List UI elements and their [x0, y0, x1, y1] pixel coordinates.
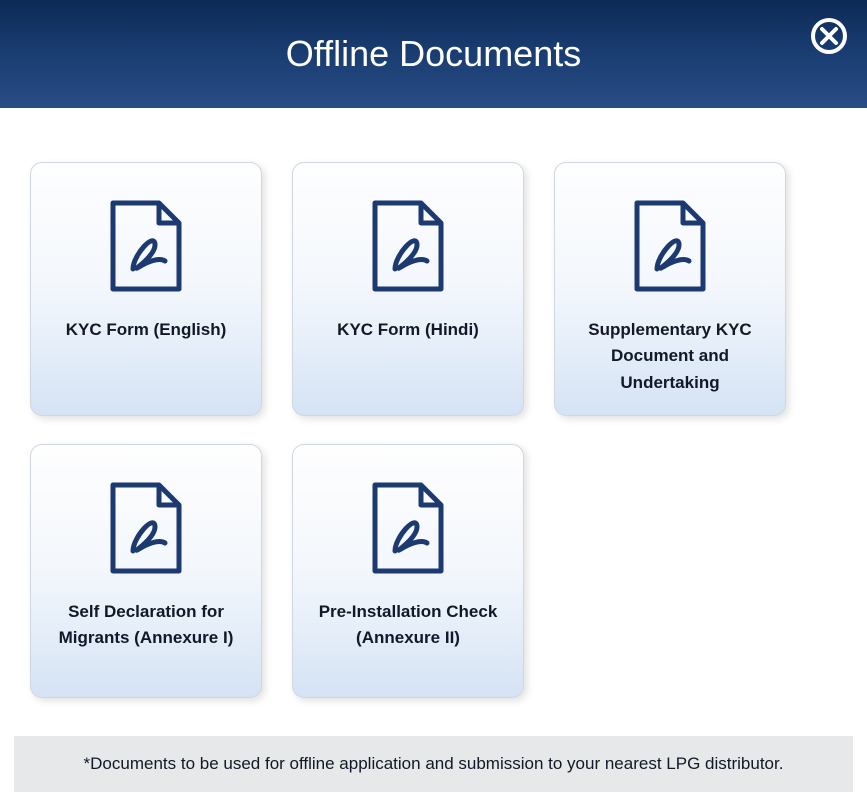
pdf-icon — [109, 481, 183, 575]
document-label: Pre-Installation Check (Annexure II) — [309, 599, 507, 652]
close-icon — [809, 16, 849, 56]
page-title: Offline Documents — [286, 33, 581, 75]
document-card-self-declaration[interactable]: Self Declaration for Migrants (Annexure … — [30, 444, 262, 698]
modal-body: KYC Form (English) KYC Form (Hindi) Supp… — [0, 108, 867, 722]
document-card-supplementary-kyc[interactable]: Supplementary KYC Document and Undertaki… — [554, 162, 786, 416]
modal-header: Offline Documents — [0, 0, 867, 108]
pdf-icon — [109, 199, 183, 293]
close-button[interactable] — [809, 16, 849, 56]
document-grid: KYC Form (English) KYC Form (Hindi) Supp… — [30, 162, 837, 698]
document-card-kyc-hindi[interactable]: KYC Form (Hindi) — [292, 162, 524, 416]
document-label: Supplementary KYC Document and Undertaki… — [571, 317, 769, 396]
document-label: KYC Form (English) — [66, 317, 227, 343]
document-label: KYC Form (Hindi) — [337, 317, 479, 343]
footnote-text: *Documents to be used for offline applic… — [14, 736, 853, 792]
pdf-icon — [371, 481, 445, 575]
pdf-icon — [633, 199, 707, 293]
pdf-icon — [371, 199, 445, 293]
document-label: Self Declaration for Migrants (Annexure … — [47, 599, 245, 652]
document-card-kyc-english[interactable]: KYC Form (English) — [30, 162, 262, 416]
document-card-pre-installation[interactable]: Pre-Installation Check (Annexure II) — [292, 444, 524, 698]
